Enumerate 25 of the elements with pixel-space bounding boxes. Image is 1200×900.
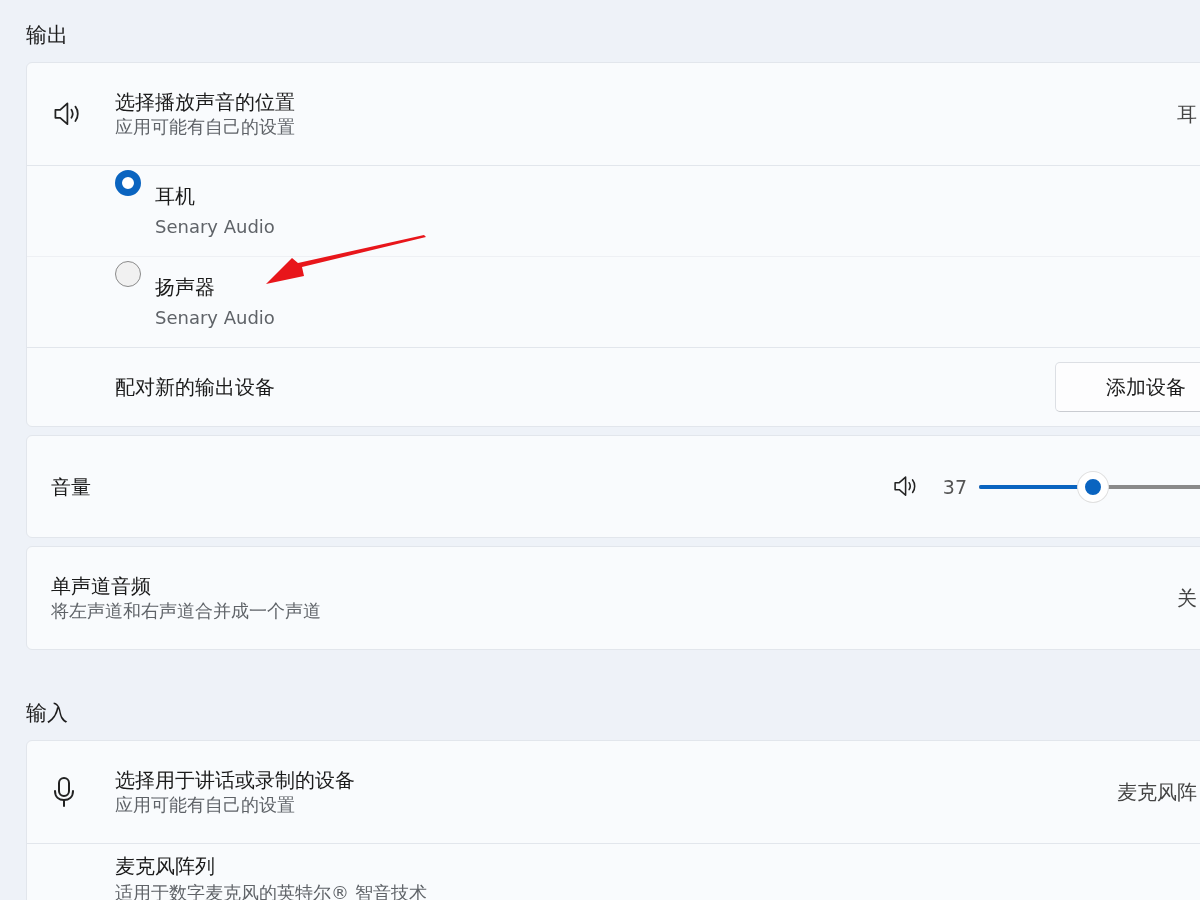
volume-reading: 37: [942, 475, 967, 498]
add-device-button[interactable]: 添加设备: [1055, 362, 1200, 412]
setting-title: 选择播放声音的位置: [115, 89, 296, 115]
setting-title: 选择用于讲话或录制的设备: [115, 767, 356, 793]
device-driver: Senary Audio: [155, 306, 276, 330]
device-name[interactable]: 扬声器: [155, 274, 1197, 300]
setting-title: 单声道音频: [51, 573, 152, 599]
radio-button[interactable]: [115, 170, 141, 196]
selected-device-text[interactable]: 耳: [1177, 100, 1197, 128]
setting-description: 应用可能有自己的设置: [115, 793, 296, 817]
slider-thumb[interactable]: [1077, 471, 1108, 502]
setting-title: 音量: [51, 473, 92, 500]
radio-button[interactable]: [115, 261, 141, 287]
device-driver: Senary Audio: [155, 215, 276, 239]
device-name[interactable]: 麦克风阵列: [115, 852, 1197, 879]
selected-device-text[interactable]: 麦克风阵: [1117, 778, 1197, 806]
section-heading: 输入: [26, 700, 69, 727]
section-heading: 输出: [26, 22, 69, 49]
device-name[interactable]: 耳机: [155, 183, 1197, 209]
microphone-icon: [53, 776, 75, 808]
setting-title: 配对新的输出设备: [115, 374, 276, 400]
toggle-state-text: 关: [1177, 584, 1197, 612]
volume-slider[interactable]: [979, 471, 1200, 502]
setting-description: 将左声道和右声道合并成一个声道: [51, 599, 322, 623]
setting-description: 应用可能有自己的设置: [115, 115, 296, 139]
